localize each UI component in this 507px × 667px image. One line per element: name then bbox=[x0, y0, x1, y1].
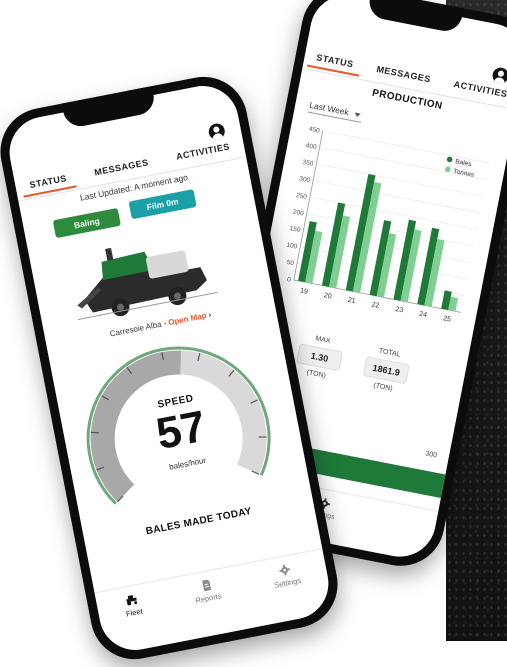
y-tick-label: 300 bbox=[299, 175, 311, 184]
stat-max-value: 1.30 bbox=[296, 343, 344, 372]
film-status-badge: Film 0m bbox=[128, 189, 197, 220]
gear-icon bbox=[279, 564, 291, 576]
tractor-icon bbox=[126, 595, 138, 606]
gridline bbox=[322, 130, 490, 164]
y-tick-label: 0 bbox=[286, 276, 291, 284]
y-tick-label: 400 bbox=[305, 142, 317, 151]
document-icon bbox=[201, 579, 211, 592]
stat-total: TOTAL 1861.9 (TON) bbox=[355, 344, 418, 396]
y-tick-label: 350 bbox=[302, 159, 314, 168]
legend-label-tonnes: Tonnes bbox=[453, 168, 476, 179]
tab-activities[interactable]: ACTIVITIES bbox=[172, 137, 233, 168]
nav-reports[interactable]: Reports bbox=[192, 578, 223, 606]
y-tick-label: 150 bbox=[289, 225, 301, 234]
nav-settings[interactable]: Settings bbox=[271, 562, 302, 590]
x-tick-label: 22 bbox=[371, 301, 380, 309]
tab-messages[interactable]: MESSAGES bbox=[91, 153, 153, 184]
y-tick-label: 450 bbox=[308, 126, 320, 135]
production-chart: 450 400 350 300 250 200 150 100 50 0 19 20 21 22 23 24 2… bbox=[286, 126, 490, 324]
y-tick-label: 100 bbox=[286, 242, 298, 251]
nav-settings-label: Settings bbox=[273, 575, 302, 590]
x-tick-label: 20 bbox=[323, 292, 332, 300]
y-tick-label: 200 bbox=[292, 209, 304, 218]
bottom-nav: Fleet Reports Settings bbox=[94, 548, 335, 657]
x-tick-label: 25 bbox=[442, 315, 451, 323]
x-tick-label: 23 bbox=[395, 306, 404, 314]
open-map-link[interactable]: Open Map bbox=[168, 311, 208, 327]
nav-reports-label: Reports bbox=[194, 591, 223, 606]
nav-fleet[interactable]: Fleet bbox=[123, 593, 144, 619]
x-tick-label: 24 bbox=[419, 311, 428, 319]
x-tick-label: 19 bbox=[299, 287, 308, 295]
y-tick-label: 250 bbox=[295, 192, 307, 201]
y-tick-label: 50 bbox=[286, 259, 295, 267]
chevron-right-icon[interactable]: › bbox=[208, 310, 212, 319]
baling-status-badge: Baling bbox=[52, 207, 121, 239]
legend-swatch-bales bbox=[446, 156, 453, 163]
x-tick-label: 21 bbox=[347, 297, 356, 305]
mini-label-right: 300 bbox=[424, 450, 438, 460]
tab-messages[interactable]: MESSAGES bbox=[373, 60, 435, 91]
stat-total-value: 1861.9 bbox=[362, 356, 410, 385]
nav-fleet-label: Fleet bbox=[125, 606, 144, 619]
